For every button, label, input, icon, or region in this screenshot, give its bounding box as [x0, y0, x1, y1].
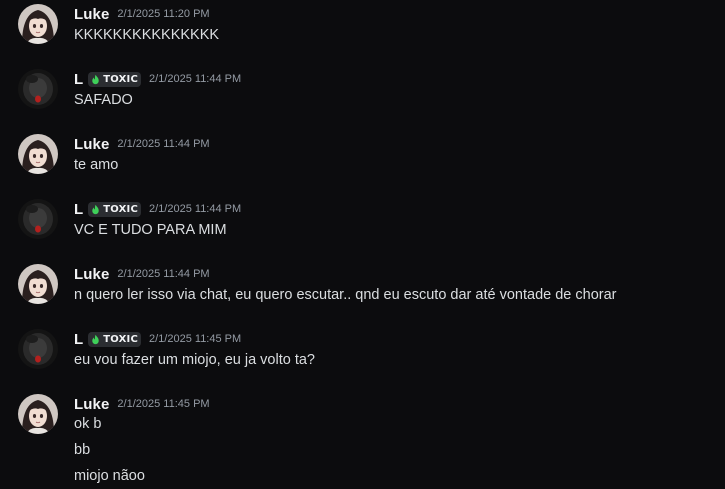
green-flame-icon: [92, 204, 99, 214]
message-text: KKKKKKKKKKKKKKK: [74, 27, 220, 43]
message-header: L TOXIC 2/1/2025 11:44 PM: [74, 199, 241, 219]
message-text: te amo: [74, 157, 119, 173]
message-header: Luke 2/1/2025 11:20 PM: [74, 4, 210, 24]
timestamp: 2/1/2025 11:45 PM: [149, 333, 242, 345]
username[interactable]: Luke: [74, 136, 109, 153]
timestamp: 2/1/2025 11:44 PM: [117, 138, 210, 150]
message-text: SAFADO: [74, 92, 133, 108]
tag-label: TOXIC: [103, 333, 139, 345]
timestamp: 2/1/2025 11:20 PM: [117, 8, 210, 20]
tag-label: TOXIC: [103, 203, 139, 215]
message-text: VC E TUDO PARA MIM: [74, 222, 227, 238]
avatar-luke[interactable]: [18, 264, 58, 304]
message-text: miojo nãoo: [74, 468, 145, 484]
message-header: Luke 2/1/2025 11:45 PM: [74, 394, 210, 414]
username[interactable]: Luke: [74, 396, 109, 413]
message-text: ok b: [74, 416, 102, 432]
username[interactable]: L: [74, 71, 83, 88]
username[interactable]: L: [74, 331, 83, 348]
message-header: Luke 2/1/2025 11:44 PM: [74, 134, 210, 154]
avatar-luke[interactable]: [18, 394, 58, 434]
message-header: Luke 2/1/2025 11:44 PM: [74, 264, 210, 284]
avatar-l[interactable]: [18, 329, 58, 369]
anime-girl-avatar-icon: [18, 134, 58, 174]
avatar-l[interactable]: [18, 199, 58, 239]
message-text: bb: [74, 442, 91, 458]
timestamp: 2/1/2025 11:44 PM: [117, 268, 210, 280]
user-tag[interactable]: TOXIC: [88, 71, 142, 87]
user-tag[interactable]: TOXIC: [88, 331, 142, 347]
timestamp: 2/1/2025 11:44 PM: [149, 73, 242, 85]
message-header: L TOXIC 2/1/2025 11:44 PM: [74, 69, 241, 89]
dark-avatar-icon: [18, 69, 58, 109]
dark-avatar-icon: [18, 329, 58, 369]
chat-messages: Luke 2/1/2025 11:20 PM KKKKKKKKKKKKKKK L…: [0, 0, 725, 489]
message-header: L TOXIC 2/1/2025 11:45 PM: [74, 329, 241, 349]
avatar-l[interactable]: [18, 69, 58, 109]
username[interactable]: Luke: [74, 6, 109, 23]
avatar-luke[interactable]: [18, 134, 58, 174]
anime-girl-avatar-icon: [18, 264, 58, 304]
green-flame-icon: [92, 334, 99, 344]
anime-girl-avatar-icon: [18, 4, 58, 44]
user-tag[interactable]: TOXIC: [88, 201, 142, 217]
username[interactable]: Luke: [74, 266, 109, 283]
anime-girl-avatar-icon: [18, 394, 58, 434]
message-text: n quero ler isso via chat, eu quero escu…: [74, 287, 617, 303]
green-flame-icon: [92, 74, 99, 84]
avatar-luke[interactable]: [18, 4, 58, 44]
username[interactable]: L: [74, 201, 83, 218]
message-text: eu vou fazer um miojo, eu ja volto ta?: [74, 352, 315, 368]
dark-avatar-icon: [18, 199, 58, 239]
tag-label: TOXIC: [103, 73, 139, 85]
timestamp: 2/1/2025 11:44 PM: [149, 203, 242, 215]
timestamp: 2/1/2025 11:45 PM: [117, 398, 210, 410]
